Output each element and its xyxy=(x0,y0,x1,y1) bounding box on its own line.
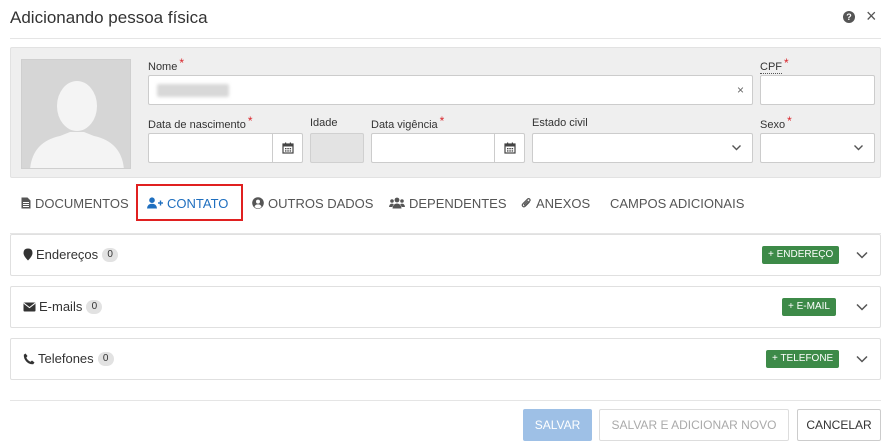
calendar-button[interactable] xyxy=(272,134,302,162)
tab-documentos[interactable]: DOCUMENTOS xyxy=(21,184,129,222)
section-title-emails: E-mails 0 xyxy=(23,299,103,314)
count-badge: 0 xyxy=(97,351,114,366)
calendar-icon xyxy=(281,142,294,154)
envelope-icon xyxy=(23,302,36,311)
required-mark: * xyxy=(179,56,185,70)
count-badge: 0 xyxy=(102,247,119,262)
idade-input xyxy=(310,133,364,163)
chevron-down-icon[interactable] xyxy=(856,250,868,260)
count-badge: 0 xyxy=(86,299,103,314)
paperclip-icon xyxy=(521,198,531,208)
save-and-add-new-button[interactable]: SALVAR E ADICIONAR NOVO xyxy=(599,409,789,441)
user-circle-icon xyxy=(252,197,264,209)
section-telefones[interactable]: Telefones 0 + TELEFONE xyxy=(10,338,881,380)
data-nascimento-input[interactable] xyxy=(148,133,303,163)
tab-dependentes[interactable]: DEPENDENTES xyxy=(389,184,507,222)
required-mark: * xyxy=(439,114,445,128)
nome-input[interactable]: × xyxy=(148,75,753,105)
calendar-button[interactable] xyxy=(494,134,524,162)
data-nascimento-label: Data de nascimento * xyxy=(148,114,253,131)
map-marker-icon xyxy=(23,248,33,261)
cpf-label: CPF * xyxy=(760,56,789,74)
required-mark: * xyxy=(787,114,792,128)
calendar-icon xyxy=(503,142,516,154)
chevron-down-icon xyxy=(854,145,863,151)
footer-divider xyxy=(10,400,881,401)
data-vigencia-label: Data vigência * xyxy=(371,114,445,131)
section-title-enderecos: Endereços 0 xyxy=(23,247,119,262)
title-divider xyxy=(10,38,881,39)
sexo-select[interactable] xyxy=(760,133,875,163)
save-button[interactable]: SALVAR xyxy=(523,409,592,441)
help-icon[interactable]: ? xyxy=(843,11,855,23)
chevron-down-icon[interactable] xyxy=(856,302,868,312)
section-title-telefones: Telefones 0 xyxy=(23,351,114,366)
section-enderecos[interactable]: Endereços 0 + ENDEREÇO xyxy=(10,234,881,276)
data-vigencia-input[interactable] xyxy=(371,133,525,163)
tab-contato[interactable]: CONTATO xyxy=(147,184,228,222)
tab-campos-adicionais[interactable]: CAMPOS ADICIONAIS xyxy=(610,184,744,222)
estado-civil-select[interactable] xyxy=(532,133,753,163)
person-form-panel: Nome * × CPF * Data de nascimento * Idade D… xyxy=(10,47,881,178)
estado-civil-label: Estado civil xyxy=(532,117,588,129)
add-endereco-button[interactable]: + ENDEREÇO xyxy=(762,246,840,264)
close-icon[interactable]: × xyxy=(866,6,877,26)
users-icon xyxy=(389,197,405,209)
add-telefone-button[interactable]: + TELEFONE xyxy=(766,350,840,368)
cancel-button[interactable]: CANCELAR xyxy=(797,409,881,441)
sexo-label: Sexo * xyxy=(760,114,792,131)
tab-bar: DOCUMENTOS CONTATO OUTROS DADOS DEPENDEN… xyxy=(10,184,881,224)
required-mark: * xyxy=(784,56,789,70)
cpf-input[interactable] xyxy=(760,75,875,105)
avatar-placeholder[interactable] xyxy=(21,59,131,169)
phone-icon xyxy=(23,353,35,364)
required-mark: * xyxy=(247,114,253,128)
person-silhouette-icon xyxy=(30,81,124,168)
nome-label: Nome * xyxy=(148,56,185,73)
add-email-button[interactable]: + E-MAIL xyxy=(782,298,836,316)
tab-outros-dados[interactable]: OUTROS DADOS xyxy=(252,184,373,222)
idade-label: Idade xyxy=(310,117,338,129)
dialog-title: Adicionando pessoa física xyxy=(10,8,208,27)
nome-redacted-value xyxy=(157,84,229,97)
user-plus-icon xyxy=(147,197,163,209)
chevron-down-icon xyxy=(732,145,741,151)
clear-nome-icon[interactable]: × xyxy=(737,83,744,97)
tab-anexos[interactable]: ANEXOS xyxy=(521,184,590,222)
document-icon xyxy=(21,197,31,209)
chevron-down-icon[interactable] xyxy=(856,354,868,364)
section-emails[interactable]: E-mails 0 + E-MAIL xyxy=(10,286,881,328)
